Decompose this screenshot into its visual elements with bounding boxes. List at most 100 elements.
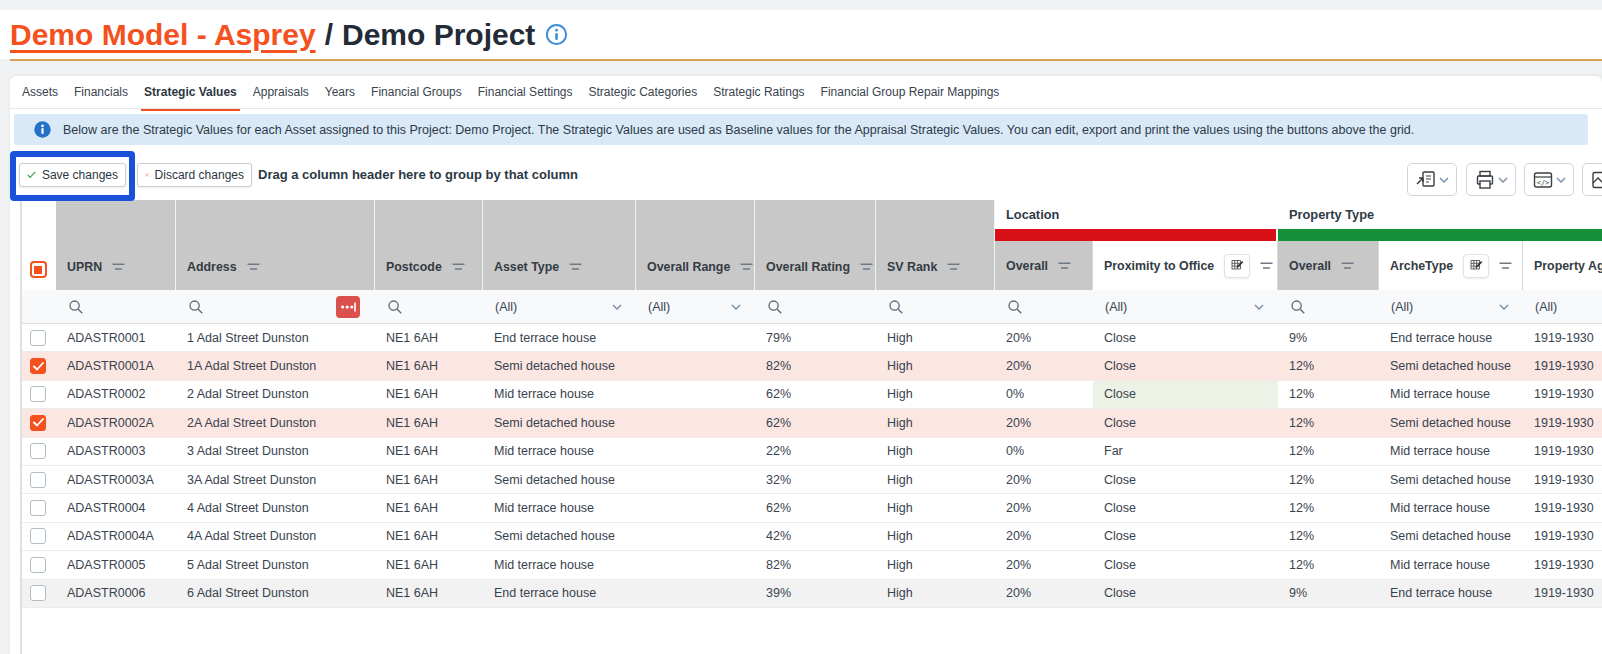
- filter-cell-address[interactable]: [176, 290, 375, 323]
- row-select-cell[interactable]: [20, 409, 56, 436]
- row-checkbox[interactable]: [30, 415, 46, 431]
- cell-property_age[interactable]: 1919-1930: [1523, 409, 1602, 436]
- row-checkbox[interactable]: [30, 443, 46, 459]
- column-header-uprn[interactable]: UPRN: [56, 200, 176, 290]
- row-select-cell[interactable]: [20, 494, 56, 521]
- filter-dropdown-value[interactable]: (All): [1535, 300, 1557, 314]
- filter-icon[interactable]: [1058, 262, 1071, 270]
- save-changes-button[interactable]: Save changes: [19, 163, 126, 187]
- filter-cell-asset_type[interactable]: (All): [483, 290, 636, 323]
- cell-archetype[interactable]: Mid terrace house: [1379, 381, 1523, 408]
- cell-proximity[interactable]: Close: [1093, 494, 1278, 521]
- filter-dropdown-value[interactable]: (All): [648, 300, 670, 314]
- tab-financial-group-repair-mappings[interactable]: Financial Group Repair Mappings: [820, 85, 1001, 99]
- cell-proximity[interactable]: Close: [1093, 551, 1278, 578]
- tab-strategic-values[interactable]: Strategic Values: [143, 85, 238, 99]
- filter-cell-property_age[interactable]: (All): [1523, 290, 1602, 323]
- filter-icon[interactable]: [1499, 262, 1512, 270]
- table-row[interactable]: ADASTR00055 Adal Street DunstonNE1 6AHMi…: [20, 551, 1602, 579]
- cell-archetype[interactable]: Semi detached house: [1379, 466, 1523, 493]
- cell-archetype[interactable]: Mid terrace house: [1379, 551, 1523, 578]
- tab-assets[interactable]: Assets: [21, 85, 59, 99]
- group-header-property-type[interactable]: Property Type: [1278, 200, 1602, 241]
- row-checkbox[interactable]: [30, 500, 46, 516]
- filter-icon[interactable]: [247, 263, 260, 271]
- table-row[interactable]: ADASTR0001A1A Adal Street DunstonNE1 6AH…: [20, 352, 1602, 380]
- cell-archetype[interactable]: Mid terrace house: [1379, 438, 1523, 465]
- table-row[interactable]: ADASTR00044 Adal Street DunstonNE1 6AHMi…: [20, 494, 1602, 522]
- row-select-cell[interactable]: [20, 381, 56, 408]
- filter-dropdown-value[interactable]: (All): [1391, 300, 1413, 314]
- cell-proximity[interactable]: Close: [1093, 523, 1278, 550]
- row-select-cell[interactable]: [20, 580, 56, 607]
- row-checkbox[interactable]: [30, 386, 46, 402]
- cell-proximity[interactable]: Close: [1093, 324, 1278, 351]
- column-header-asset_type[interactable]: Asset Type: [483, 200, 636, 290]
- cell-archetype[interactable]: Semi detached house: [1379, 409, 1523, 436]
- project-info-icon[interactable]: [545, 23, 568, 46]
- filter-icon[interactable]: [740, 263, 753, 271]
- cell-archetype[interactable]: Semi detached house: [1379, 352, 1523, 379]
- filter-dropdown-value[interactable]: (All): [495, 300, 517, 314]
- column-header-archetype[interactable]: ArcheType: [1379, 241, 1523, 290]
- row-select-cell[interactable]: [20, 551, 56, 578]
- column-header-sv_rank[interactable]: SV Rank: [876, 200, 995, 290]
- row-checkbox[interactable]: [30, 472, 46, 488]
- row-checkbox[interactable]: [30, 557, 46, 573]
- table-row[interactable]: ADASTR0002A2A Adal Street DunstonNE1 6AH…: [20, 409, 1602, 437]
- table-row[interactable]: ADASTR00022 Adal Street DunstonNE1 6AHMi…: [20, 381, 1602, 409]
- filter-cell-proximity[interactable]: (All): [1093, 290, 1278, 323]
- row-select-cell[interactable]: [20, 352, 56, 379]
- cell-property_age[interactable]: 1919-1930: [1523, 324, 1602, 351]
- column-header-loc_overall[interactable]: Overall: [995, 241, 1093, 290]
- filter-cell-sv_rank[interactable]: [876, 290, 995, 323]
- filter-cell-overall_range[interactable]: (All): [636, 290, 755, 323]
- filter-cell-pt_overall[interactable]: [1278, 290, 1379, 323]
- cell-property_age[interactable]: 1919-1930: [1523, 381, 1602, 408]
- column-header-postcode[interactable]: Postcode: [375, 200, 483, 290]
- column-header-overall_range[interactable]: Overall Range: [636, 200, 755, 290]
- model-link[interactable]: Demo Model - Asprey: [10, 18, 316, 52]
- tab-financial-settings[interactable]: Financial Settings: [477, 85, 574, 99]
- cell-archetype[interactable]: Mid terrace house: [1379, 494, 1523, 521]
- table-row[interactable]: ADASTR00033 Adal Street DunstonNE1 6AHMi…: [20, 438, 1602, 466]
- row-select-cell[interactable]: [20, 466, 56, 493]
- table-row[interactable]: ADASTR00066 Adal Street DunstonNE1 6AHEn…: [20, 580, 1602, 608]
- filter-icon[interactable]: [112, 263, 125, 271]
- cell-property_age[interactable]: 1919-1930: [1523, 580, 1602, 607]
- cell-archetype[interactable]: End terrace house: [1379, 324, 1523, 351]
- select-all-checkbox[interactable]: [30, 261, 47, 278]
- row-checkbox[interactable]: [30, 528, 46, 544]
- tab-appraisals[interactable]: Appraisals: [252, 85, 310, 99]
- tab-strategic-categories[interactable]: Strategic Categories: [587, 85, 698, 99]
- filter-icon[interactable]: [860, 263, 873, 271]
- chevron-down-icon[interactable]: [612, 304, 622, 310]
- cell-archetype[interactable]: End terrace house: [1379, 580, 1523, 607]
- filter-icon[interactable]: [569, 263, 582, 271]
- row-checkbox[interactable]: [30, 585, 46, 601]
- table-row[interactable]: ADASTR0003A3A Adal Street DunstonNE1 6AH…: [20, 466, 1602, 494]
- chevron-down-icon[interactable]: [1499, 304, 1509, 310]
- row-select-cell[interactable]: [20, 324, 56, 351]
- column-header-overall_rating[interactable]: Overall Rating: [755, 200, 876, 290]
- filter-icon[interactable]: [452, 263, 465, 271]
- filter-icon[interactable]: [1341, 262, 1354, 270]
- tab-financial-groups[interactable]: Financial Groups: [370, 85, 463, 99]
- row-select-cell[interactable]: [20, 438, 56, 465]
- filter-icon[interactable]: [947, 263, 960, 271]
- cell-property_age[interactable]: 1919-1930: [1523, 438, 1602, 465]
- filter-dropdown-value[interactable]: (All): [1105, 300, 1127, 314]
- filter-options-button[interactable]: [336, 296, 360, 318]
- column-header-pt_overall[interactable]: Overall: [1278, 241, 1379, 290]
- cell-property_age[interactable]: 1919-1930: [1523, 523, 1602, 550]
- filter-icon[interactable]: [1260, 262, 1273, 270]
- column-header-address[interactable]: Address: [176, 200, 375, 290]
- row-checkbox[interactable]: [30, 358, 46, 374]
- filter-cell-uprn[interactable]: [56, 290, 176, 323]
- cell-proximity[interactable]: Close: [1093, 381, 1278, 408]
- cell-proximity[interactable]: Close: [1093, 580, 1278, 607]
- column-header-property_age[interactable]: Property Age: [1523, 241, 1602, 290]
- column-header-proximity[interactable]: Proximity to Office: [1093, 241, 1278, 290]
- cell-proximity[interactable]: Close: [1093, 409, 1278, 436]
- chevron-down-icon[interactable]: [1254, 304, 1264, 310]
